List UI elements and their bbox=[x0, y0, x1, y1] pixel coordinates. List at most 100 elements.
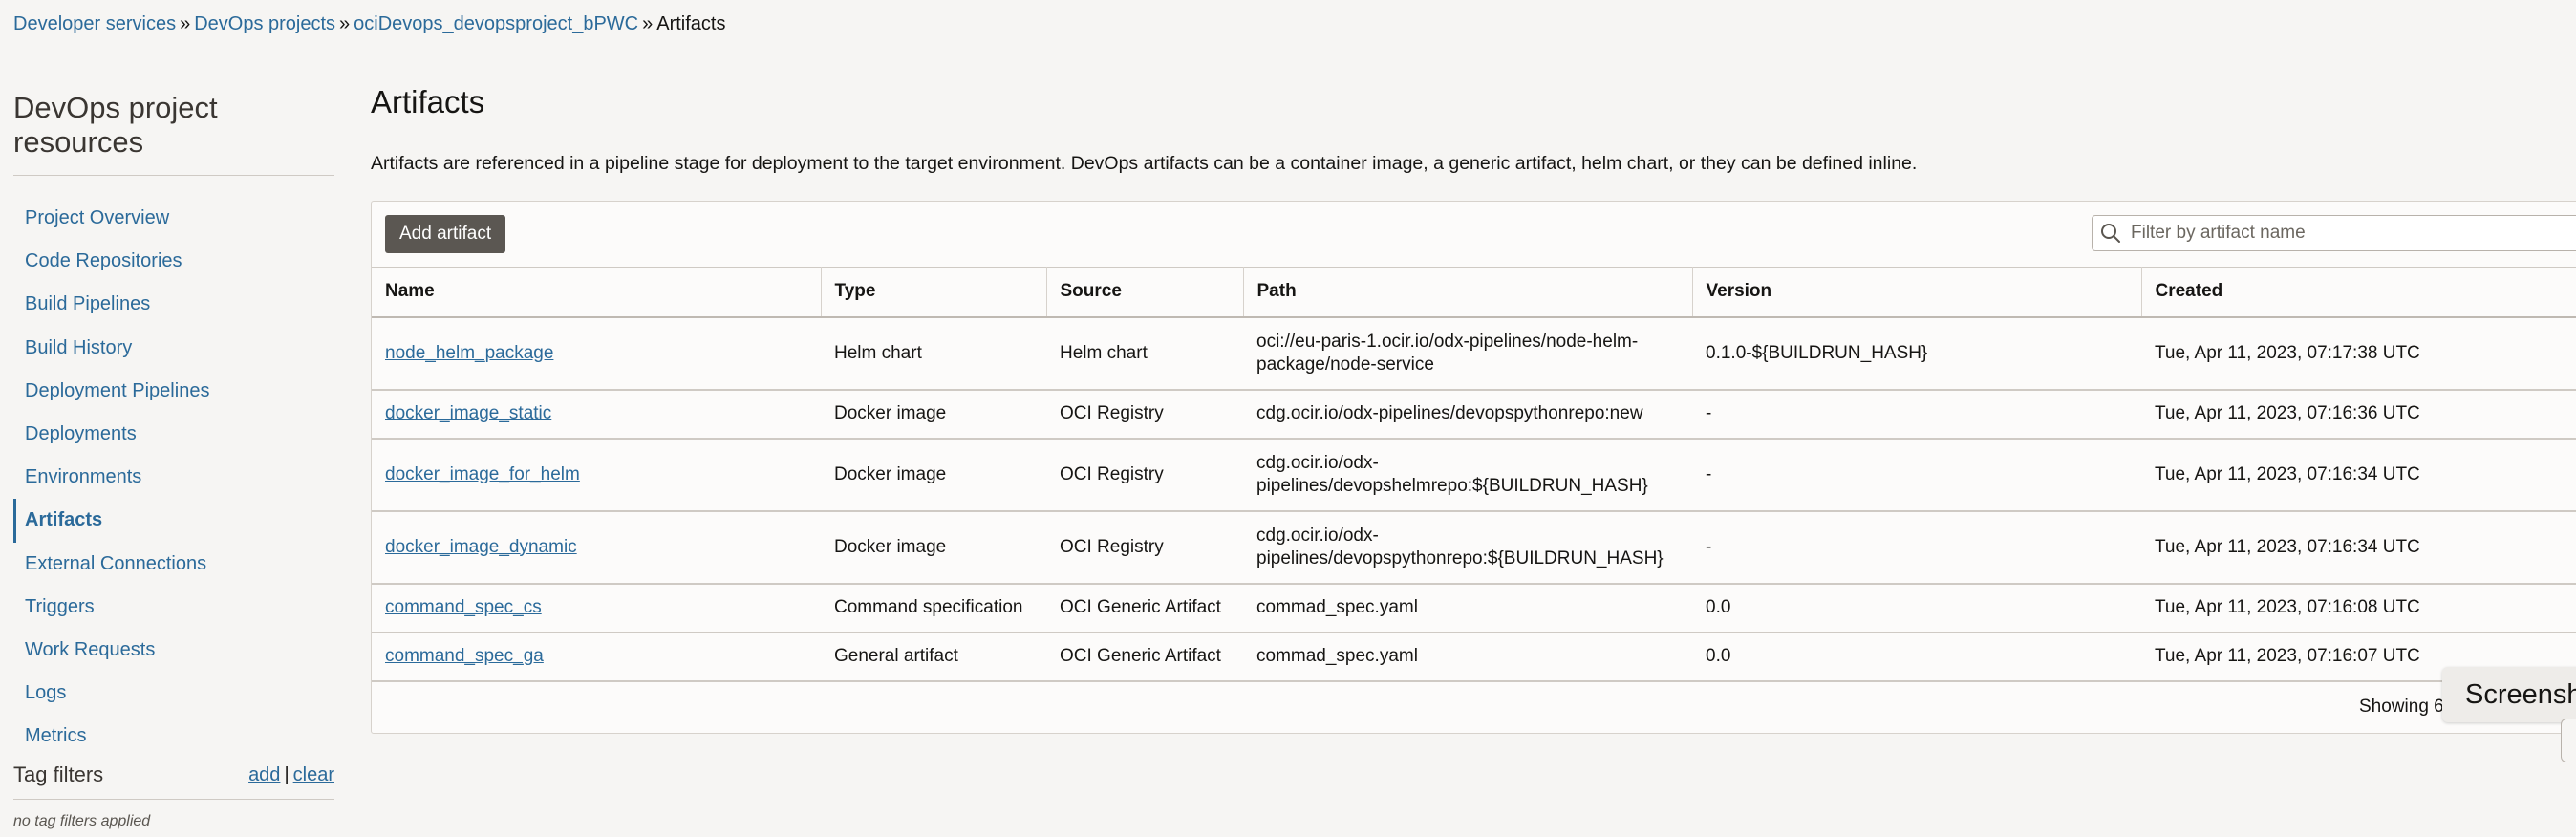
cell-name: docker_image_static bbox=[372, 390, 821, 439]
cell-version: 0.0 bbox=[1706, 597, 1731, 617]
cell-created: Tue, Apr 11, 2023, 07:17:38 UTC bbox=[2155, 342, 2420, 363]
search-box[interactable] bbox=[2092, 215, 2576, 251]
cell-path: commad_spec.yaml bbox=[1243, 584, 1692, 633]
sidebar-title: DevOps project resources bbox=[13, 91, 334, 176]
search-icon bbox=[2093, 223, 2129, 244]
sidebar-item-logs[interactable]: Logs bbox=[13, 672, 334, 715]
cell-version: 0.0 bbox=[1706, 646, 1731, 666]
cell-name: node_helm_package bbox=[372, 317, 821, 390]
cell-source: OCI Generic Artifact bbox=[1060, 646, 1221, 666]
cell-name: docker_image_dynamic bbox=[372, 511, 821, 584]
cell-version: - bbox=[1706, 403, 1712, 423]
cell-source: Helm chart bbox=[1060, 342, 1148, 363]
column-header-path[interactable]: Path bbox=[1243, 267, 1693, 317]
artifacts-table: Name Type Source Path Version Created no… bbox=[372, 267, 2576, 682]
cell-source: OCI Registry bbox=[1060, 536, 1164, 557]
sidebar-item-artifacts[interactable]: Artifacts bbox=[13, 499, 334, 543]
path-line: cdg.ocir.io/odx- bbox=[1256, 452, 1379, 473]
artifact-name-link[interactable]: docker_image_dynamic bbox=[385, 537, 577, 557]
artifact-name-link[interactable]: command_spec_ga bbox=[385, 646, 544, 666]
sidebar-item-deployment-pipelines[interactable]: Deployment Pipelines bbox=[13, 370, 334, 413]
path-line: commad_spec.yaml bbox=[1256, 597, 1418, 617]
artifact-name-link[interactable]: docker_image_for_helm bbox=[385, 464, 580, 484]
cell-path: oci://eu-paris-1.ocir.io/odx-pipelines/n… bbox=[1243, 317, 1692, 390]
cell-created: Tue, Apr 11, 2023, 07:16:08 UTC bbox=[2155, 597, 2420, 617]
sidebar-item-metrics[interactable]: Metrics bbox=[13, 715, 334, 758]
sidebar-item-triggers[interactable]: Triggers bbox=[13, 586, 334, 629]
sidebar-item-build-history[interactable]: Build History bbox=[13, 327, 334, 370]
sidebar-item-external-connections[interactable]: External Connections bbox=[13, 543, 334, 586]
breadcrumb-separator: » bbox=[339, 13, 351, 34]
add-artifact-button[interactable]: Add artifact bbox=[385, 215, 506, 253]
sidebar-nav: Project Overview Code Repositories Build… bbox=[13, 197, 334, 758]
tag-filters-add-link[interactable]: add bbox=[248, 764, 280, 785]
path-line: pipelines/devopspythonrepo:${BUILDRUN_HA… bbox=[1256, 547, 1664, 569]
cell-name: command_spec_ga bbox=[372, 633, 821, 681]
column-header-created[interactable]: Created bbox=[2141, 268, 2576, 317]
path-line: cdg.ocir.io/odx- bbox=[1256, 525, 1379, 546]
table-header-row: Name Type Source Path Version Created bbox=[372, 267, 2576, 317]
breadcrumb-separator: » bbox=[642, 13, 654, 34]
cell-type: Docker image bbox=[834, 536, 947, 557]
sidebar-item-work-requests[interactable]: Work Requests bbox=[13, 629, 334, 672]
toolbar: Add artifact bbox=[385, 215, 506, 253]
breadcrumb-devops-projects[interactable]: DevOps projects bbox=[194, 13, 335, 34]
cell-type: Helm chart bbox=[834, 342, 922, 363]
cell-type: General artifact bbox=[834, 646, 958, 666]
cell-name: docker_image_for_helm bbox=[372, 439, 821, 511]
column-header-version[interactable]: Version bbox=[1692, 267, 2142, 317]
cell-source: OCI Registry bbox=[1060, 403, 1164, 423]
artifact-name-link[interactable]: node_helm_package bbox=[385, 343, 553, 363]
breadcrumb-developer-services[interactable]: Developer services bbox=[13, 13, 176, 34]
path-line: oci://eu-paris-1.ocir.io/odx-pipelines/n… bbox=[1256, 331, 1639, 352]
main-header: Artifacts Artifacts are referenced in a … bbox=[371, 84, 1917, 174]
sidebar-item-code-repositories[interactable]: Code Repositories bbox=[13, 240, 334, 283]
search-input[interactable] bbox=[2129, 222, 2576, 245]
artifacts-panel: Add artifact Name Type Source Path Versi… bbox=[371, 201, 2576, 734]
column-header-type[interactable]: Type bbox=[821, 267, 1047, 317]
tag-filters: Tag filters add | clear no tag filters app… bbox=[13, 762, 334, 830]
breadcrumb-project[interactable]: ociDevops_devopsproject_bPWC bbox=[354, 13, 638, 34]
tag-filters-actions: add | clear bbox=[248, 764, 334, 786]
cell-type: Docker image bbox=[834, 463, 947, 484]
screenshot-toast[interactable]: Screensh bbox=[2442, 667, 2576, 722]
cell-created: Tue, Apr 11, 2023, 07:16:34 UTC bbox=[2155, 536, 2420, 557]
table-row: docker_image_static Docker image OCI Reg… bbox=[372, 390, 2576, 439]
tag-filters-separator: | bbox=[284, 763, 290, 785]
cell-type: Command specification bbox=[834, 597, 1023, 617]
breadcrumb: Developer services» DevOps projects» ociDe… bbox=[13, 13, 725, 35]
tag-filters-title: Tag filters bbox=[13, 762, 104, 786]
cell-created: Tue, Apr 11, 2023, 07:16:36 UTC bbox=[2155, 403, 2420, 423]
cell-path: cdg.ocir.io/odx-pipelines/devopspythonre… bbox=[1243, 390, 1692, 439]
cell-version: - bbox=[1706, 536, 1712, 557]
table-row: docker_image_for_helm Docker image OCI R… bbox=[372, 439, 2576, 511]
cell-path: cdg.ocir.io/odx-pipelines/devopshelmrepo… bbox=[1243, 439, 1692, 511]
cell-type: Docker image bbox=[834, 403, 947, 423]
artifact-name-link[interactable]: command_spec_cs bbox=[385, 597, 542, 617]
tag-filters-clear-link[interactable]: clear bbox=[293, 764, 334, 785]
cell-name: command_spec_cs bbox=[372, 584, 821, 633]
breadcrumb-current: Artifacts bbox=[656, 13, 726, 34]
table-row: node_helm_package Helm chart Helm chart … bbox=[372, 317, 2576, 390]
artifact-name-link[interactable]: docker_image_static bbox=[385, 403, 551, 423]
cell-path: cdg.ocir.io/odx-pipelines/devopspythonre… bbox=[1243, 511, 1692, 584]
sidebar-item-build-pipelines[interactable]: Build Pipelines bbox=[13, 283, 334, 326]
sidebar-item-deployments[interactable]: Deployments bbox=[13, 413, 334, 456]
cell-version: - bbox=[1706, 463, 1712, 484]
path-line: pipelines/devopshelmrepo:${BUILDRUN_HASH… bbox=[1256, 475, 1648, 496]
path-line: package/node-service bbox=[1256, 354, 1434, 375]
table-row: command_spec_cs Command specification OC… bbox=[372, 584, 2576, 633]
path-line: commad_spec.yaml bbox=[1256, 646, 1418, 666]
column-header-name[interactable]: Name bbox=[372, 267, 822, 317]
sidebar-item-environments[interactable]: Environments bbox=[13, 456, 334, 499]
table-footer-count: Showing 6 bbox=[2359, 697, 2444, 717]
table-row: command_spec_ga General artifact OCI Gen… bbox=[372, 633, 2576, 681]
path-line: cdg.ocir.io/odx-pipelines/devopspythonre… bbox=[1256, 403, 1643, 423]
screenshot-toast-handle[interactable] bbox=[2561, 719, 2576, 762]
sidebar-item-project-overview[interactable]: Project Overview bbox=[13, 197, 334, 240]
page-description: Artifacts are referenced in a pipeline s… bbox=[371, 153, 1918, 174]
cell-version: 0.1.0-${BUILDRUN_HASH} bbox=[1706, 342, 1928, 363]
column-header-source[interactable]: Source bbox=[1046, 267, 1244, 317]
sidebar: DevOps project resources Project Overvie… bbox=[13, 91, 334, 829]
tag-filters-empty-text: no tag filters applied bbox=[13, 813, 151, 829]
